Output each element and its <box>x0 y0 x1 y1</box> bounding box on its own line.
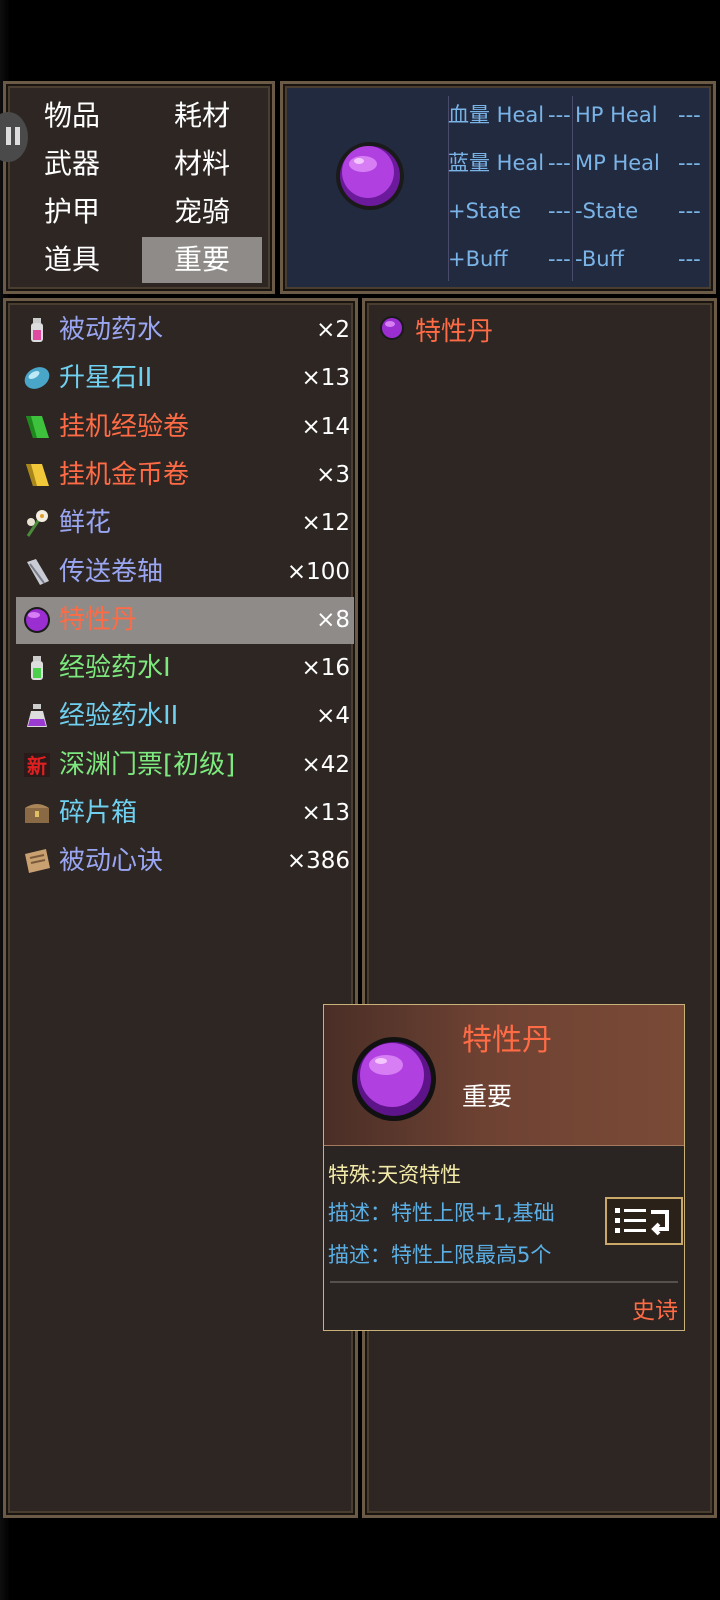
item-count: ×4 <box>316 703 350 730</box>
list-item[interactable]: 鲜花 ×12 <box>16 500 354 547</box>
plus-buff-label: +Buff <box>448 247 508 271</box>
item-count: ×13 <box>301 800 350 826</box>
item-name: 被动心诀 <box>59 846 164 877</box>
purple-orb-icon <box>336 142 404 210</box>
tooltip-divider <box>330 1281 678 1283</box>
tab-pets-mounts[interactable]: 宠骑 <box>142 189 262 235</box>
item-tooltip: 特性丹 重要 特殊:天资特性 描述：特性上限+1,基础 描述：特性上限最高5个 … <box>323 1004 685 1331</box>
chest-icon <box>25 804 49 823</box>
mp-heal-en-value: --- <box>678 151 701 175</box>
inventory-list: 被动药水 ×2 升星石II ×13 挂机经验卷 ×14 挂机金币卷 ×3 鲜花 ×12 传送卷轴 ×1… <box>3 298 358 1518</box>
item-count: ×14 <box>301 413 350 440</box>
item-name: 鲜花 <box>59 508 112 539</box>
list-item[interactable]: 传送卷轴 ×100 <box>16 549 354 596</box>
item-name: 特性丹 <box>59 604 138 635</box>
svg-text:新: 新 <box>27 754 47 778</box>
item-detail-panel: 特性丹 <box>362 298 717 1518</box>
tab-items[interactable]: 物品 <box>12 93 132 139</box>
parchment-icon <box>25 849 50 874</box>
tooltip-category: 重要 <box>462 1082 513 1111</box>
tab-weapons[interactable]: 武器 <box>12 141 132 187</box>
potion-pink-icon <box>31 318 43 342</box>
list-arrow-icon <box>615 1208 669 1236</box>
item-name: 经验药水II <box>59 701 179 732</box>
mp-heal-cn-label: 蓝量 Heal <box>448 151 545 175</box>
item-count: ×13 <box>301 365 350 392</box>
list-item[interactable]: 特性丹 ×8 <box>16 596 354 644</box>
item-name: 升星石II <box>59 363 153 394</box>
item-count: ×8 <box>316 606 350 633</box>
tooltip-header: 特性丹 重要 <box>324 1005 684 1146</box>
tooltip-desc-1: 描述：特性上限+1,基础 <box>328 1201 555 1225</box>
new-ticket-icon: 新 <box>24 752 50 778</box>
scroll-toggle-button[interactable] <box>605 1197 683 1245</box>
list-item[interactable]: 挂机金币卷 ×3 <box>16 452 354 499</box>
plus-state-value: --- <box>548 199 571 223</box>
item-name: 碎片箱 <box>59 798 138 828</box>
mp-heal-cn-value: --- <box>548 151 571 175</box>
item-count: ×16 <box>301 655 350 682</box>
green-scroll-icon <box>26 415 49 438</box>
detail-item-title: 特性丹 <box>415 317 494 347</box>
list-item[interactable]: 经验药水II ×4 <box>16 693 354 740</box>
gold-scroll-icon <box>26 463 49 486</box>
minus-state-value: --- <box>678 199 701 223</box>
tab-tools[interactable]: 道具 <box>12 237 132 283</box>
item-name: 传送卷轴 <box>59 556 164 587</box>
list-item[interactable]: 挂机经验卷 ×14 <box>16 404 354 451</box>
item-count: ×3 <box>316 461 350 488</box>
tab-armor[interactable]: 护甲 <box>12 189 132 235</box>
hp-heal-cn-value: --- <box>548 103 571 127</box>
minus-buff-label: -Buff <box>575 247 625 271</box>
list-item[interactable]: 被动心诀 ×386 <box>16 838 354 885</box>
item-name: 被动药水 <box>59 315 164 345</box>
list-item[interactable]: 被动药水 ×2 <box>16 307 354 354</box>
tooltip-desc-2: 描述：特性上限最高5个 <box>328 1243 552 1267</box>
tooltip-special: 特殊:天资特性 <box>328 1163 462 1187</box>
hp-heal-en-value: --- <box>678 103 701 127</box>
potion-green-icon <box>31 656 43 681</box>
item-count: ×386 <box>286 848 350 875</box>
category-panel: 物品 耗材 武器 材料 护甲 宠骑 道具 重要 <box>3 81 275 294</box>
hp-heal-cn-label: 血量 Heal <box>448 103 545 127</box>
tab-consumables[interactable]: 耗材 <box>142 93 262 139</box>
plus-buff-value: --- <box>548 247 571 271</box>
tab-important[interactable]: 重要 <box>142 237 262 283</box>
mp-heal-en-label: MP Heal <box>575 151 660 175</box>
hp-heal-en-label: HP Heal <box>575 103 658 127</box>
potion-purple-icon <box>27 704 47 728</box>
item-count: ×100 <box>286 558 350 585</box>
purple-orb-icon <box>352 1037 436 1121</box>
minus-state-label: -State <box>575 199 639 223</box>
minus-buff-value: --- <box>678 247 701 271</box>
item-name: 经验药水I <box>59 653 171 684</box>
purple-orb-icon <box>380 316 404 340</box>
item-stats-panel: 血量 Heal --- HP Heal --- 蓝量 Heal --- MP H… <box>280 81 716 294</box>
item-count: ×42 <box>301 751 350 778</box>
list-item[interactable]: 碎片箱 ×13 <box>16 790 354 837</box>
item-count: ×2 <box>316 317 350 343</box>
list-item[interactable]: 经验药水I ×16 <box>16 645 354 692</box>
tooltip-rarity: 史诗 <box>632 1298 678 1324</box>
item-name: 深渊门票[初级] <box>59 749 236 780</box>
flower-icon <box>26 510 48 538</box>
item-name: 挂机金币卷 <box>59 459 190 490</box>
tab-materials[interactable]: 材料 <box>142 141 262 187</box>
item-count: ×12 <box>301 510 350 537</box>
purple-orb-icon <box>24 606 50 633</box>
list-item[interactable]: 升星石II ×13 <box>16 355 354 402</box>
list-item[interactable]: 新深渊门票[初级] ×42 <box>16 742 354 789</box>
tooltip-title: 特性丹 <box>462 1023 552 1058</box>
teleport-scroll-icon <box>27 558 49 585</box>
item-name: 挂机经验卷 <box>59 411 190 442</box>
plus-state-label: +State <box>448 199 522 223</box>
gem-stone-icon <box>24 367 50 390</box>
